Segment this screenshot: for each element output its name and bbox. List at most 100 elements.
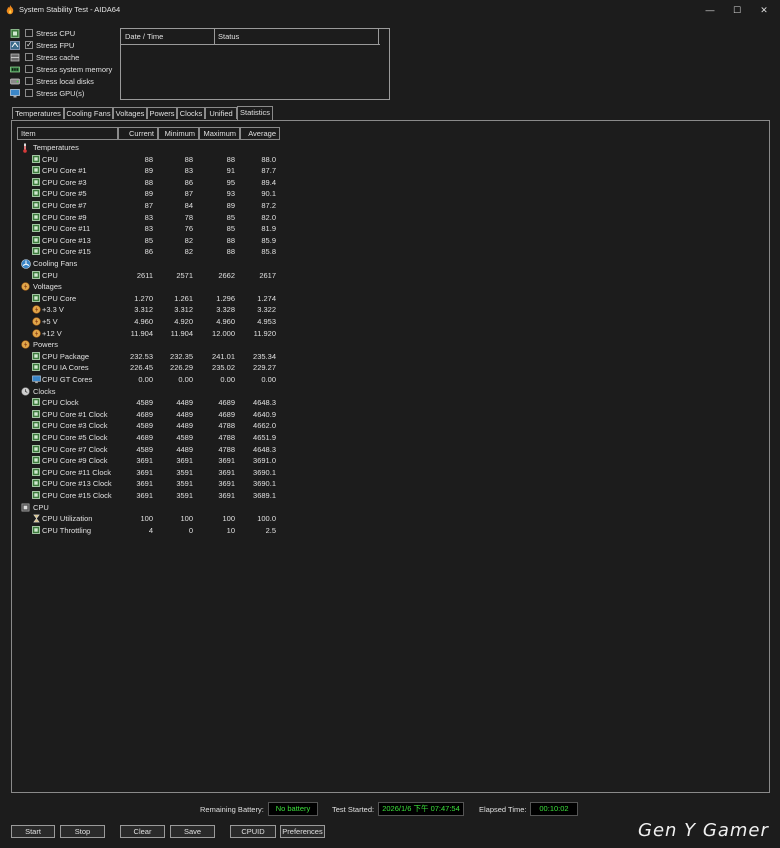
close-button[interactable]: ✕ [752, 3, 776, 17]
tab-unified[interactable]: Unified [205, 107, 237, 119]
value-min: 76 [184, 224, 193, 234]
clear-button[interactable]: Clear [120, 825, 165, 838]
watermark-text: Gen Y Gamer [638, 820, 769, 841]
table-row[interactable]: CPU 2611 2571 2662 2617 [0, 270, 290, 282]
table-row[interactable]: CPU Throttling 4 0 10 2.5 [0, 525, 290, 537]
value-max: 85 [226, 212, 235, 222]
item-name: CPU Core #13 Clock [42, 479, 112, 489]
tab-powers[interactable]: Powers [147, 107, 177, 119]
table-row[interactable]: CPU Utilization 100 100 100 100.0 [0, 513, 290, 525]
table-row[interactable]: +12 V 11.904 11.904 12.000 11.920 [0, 328, 290, 340]
stress-cache-checkbox[interactable] [25, 53, 33, 61]
table-row[interactable]: CPU 88 88 88 88.0 [0, 154, 290, 166]
table-row[interactable]: CPU Core #9 83 78 85 82.0 [0, 212, 290, 224]
table-group-row[interactable]: Clocks [0, 386, 290, 398]
tab-clocks[interactable]: Clocks [177, 107, 205, 119]
event-log-list[interactable]: Date / Time Status [120, 28, 390, 100]
table-row[interactable]: CPU Core #5 Clock 4689 4589 4788 4651.9 [0, 432, 290, 444]
log-col-status[interactable]: Status [218, 32, 239, 41]
table-row[interactable]: CPU Core #5 89 87 93 90.1 [0, 188, 290, 200]
table-group-row[interactable]: Cooling Fans [0, 258, 290, 270]
value-current: 3.312 [134, 305, 153, 315]
table-row[interactable]: CPU GT Cores 0.00 0.00 0.00 0.00 [0, 374, 290, 386]
item-name: CPU Core #7 [42, 201, 87, 210]
log-col-date[interactable]: Date / Time [125, 32, 163, 41]
value-min: 82 [184, 247, 193, 257]
table-row[interactable]: CPU Core #1 89 83 91 87.7 [0, 165, 290, 177]
table-row[interactable]: CPU Core #1 Clock 4689 4489 4689 4640.9 [0, 409, 290, 421]
table-row[interactable]: CPU Core #11 Clock 3691 3591 3691 3690.1 [0, 467, 290, 479]
item-name: CPU Core #1 [42, 166, 87, 176]
cpuid-button[interactable]: CPUID [230, 825, 276, 838]
table-row[interactable]: CPU Core #9 Clock 3691 3691 3691 3691.0 [0, 455, 290, 467]
minimize-button[interactable]: — [698, 3, 722, 17]
value-current: 4589 [136, 421, 153, 431]
voltage-icon [32, 305, 41, 315]
col-item[interactable]: Item [17, 127, 118, 140]
table-group-row[interactable]: Voltages [0, 281, 290, 293]
value-max: 3691 [218, 479, 235, 489]
table-row[interactable]: CPU Core #3 88 86 95 89.4 [0, 177, 290, 189]
table-row[interactable]: +5 V 4.960 4.920 4.960 4.953 [0, 316, 290, 328]
tab-statistics[interactable]: Statistics [237, 106, 273, 120]
table-group-row[interactable]: Powers [0, 339, 290, 351]
fpu-icon [10, 41, 20, 50]
stress-cpu-checkbox[interactable] [25, 29, 33, 37]
col-minimum[interactable]: Minimum [158, 127, 199, 140]
stop-button[interactable]: Stop [60, 825, 105, 838]
fan-icon [21, 259, 31, 269]
table-group-row[interactable]: Temperatures [0, 142, 290, 154]
item-name: CPU Throttling [42, 525, 92, 535]
value-current: 232.53 [130, 351, 153, 361]
table-row[interactable]: +3.3 V 3.312 3.312 3.328 3.322 [0, 304, 290, 316]
item-name: CPU Core #9 Clock [42, 456, 108, 466]
tab-cooling-fans[interactable]: Cooling Fans [64, 107, 113, 119]
table-row[interactable]: CPU Core #11 83 76 85 81.9 [0, 223, 290, 235]
sensor-chip-icon [32, 224, 40, 233]
start-button[interactable]: Start [11, 825, 55, 838]
table-row[interactable]: CPU Core #15 Clock 3691 3591 3691 3689.1 [0, 490, 290, 502]
table-row[interactable]: CPU Core #15 86 82 88 85.8 [0, 246, 290, 258]
item-name: CPU GT Cores [42, 375, 93, 384]
maximize-button[interactable]: ☐ [725, 3, 749, 17]
col-average[interactable]: Average [240, 127, 280, 140]
item-name: CPU Core #15 [42, 247, 91, 257]
cache-icon [10, 53, 20, 62]
table-group-row[interactable]: CPU [0, 502, 290, 514]
col-current[interactable]: Current [118, 127, 158, 140]
value-min: 4.920 [174, 317, 193, 326]
table-row[interactable]: CPU IA Cores 226.45 226.29 235.02 229.27 [0, 362, 290, 374]
stress-memory-option[interactable]: Stress system memory [10, 64, 120, 76]
value-avg: 3690.1 [253, 467, 276, 477]
stress-cache-option[interactable]: Stress cache [10, 52, 120, 64]
table-row[interactable]: CPU Package 232.53 232.35 241.01 235.34 [0, 351, 290, 363]
table-row[interactable]: CPU Core #13 85 82 88 85.9 [0, 235, 290, 247]
value-current: 86 [144, 247, 153, 257]
stress-cpu-option[interactable]: Stress CPU [10, 28, 120, 40]
stress-fpu-option[interactable]: ✓ Stress FPU [10, 40, 120, 52]
value-max: 0.00 [220, 375, 235, 384]
stress-gpu-option[interactable]: Stress GPU(s) [10, 88, 120, 100]
table-row[interactable]: CPU Core #7 87 84 89 87.2 [0, 200, 290, 212]
table-row[interactable]: CPU Core #3 Clock 4589 4489 4788 4662.0 [0, 420, 290, 432]
table-row[interactable]: CPU Core #13 Clock 3691 3591 3691 3690.1 [0, 478, 290, 490]
value-max: 10 [226, 525, 235, 535]
stress-gpu-checkbox[interactable] [25, 89, 33, 97]
stress-disks-option[interactable]: Stress local disks [10, 76, 120, 88]
preferences-button[interactable]: Preferences [280, 825, 325, 838]
value-max: 85 [226, 224, 235, 234]
value-min: 3.312 [174, 305, 193, 315]
col-maximum[interactable]: Maximum [199, 127, 240, 140]
stress-memory-checkbox[interactable] [25, 65, 33, 73]
table-row[interactable]: CPU Clock 4589 4489 4689 4648.3 [0, 397, 290, 409]
value-current: 83 [144, 212, 153, 222]
stress-disks-checkbox[interactable] [25, 77, 33, 85]
table-row[interactable]: CPU Core #7 Clock 4589 4489 4788 4648.3 [0, 444, 290, 456]
table-row[interactable]: CPU Core 1.270 1.261 1.296 1.274 [0, 293, 290, 305]
tab-voltages[interactable]: Voltages [113, 107, 147, 119]
value-avg: 3690.1 [253, 479, 276, 489]
save-button[interactable]: Save [170, 825, 215, 838]
value-current: 3691 [136, 456, 153, 466]
tab-temperatures[interactable]: Temperatures [12, 107, 64, 119]
stress-fpu-checkbox[interactable]: ✓ [25, 41, 33, 49]
